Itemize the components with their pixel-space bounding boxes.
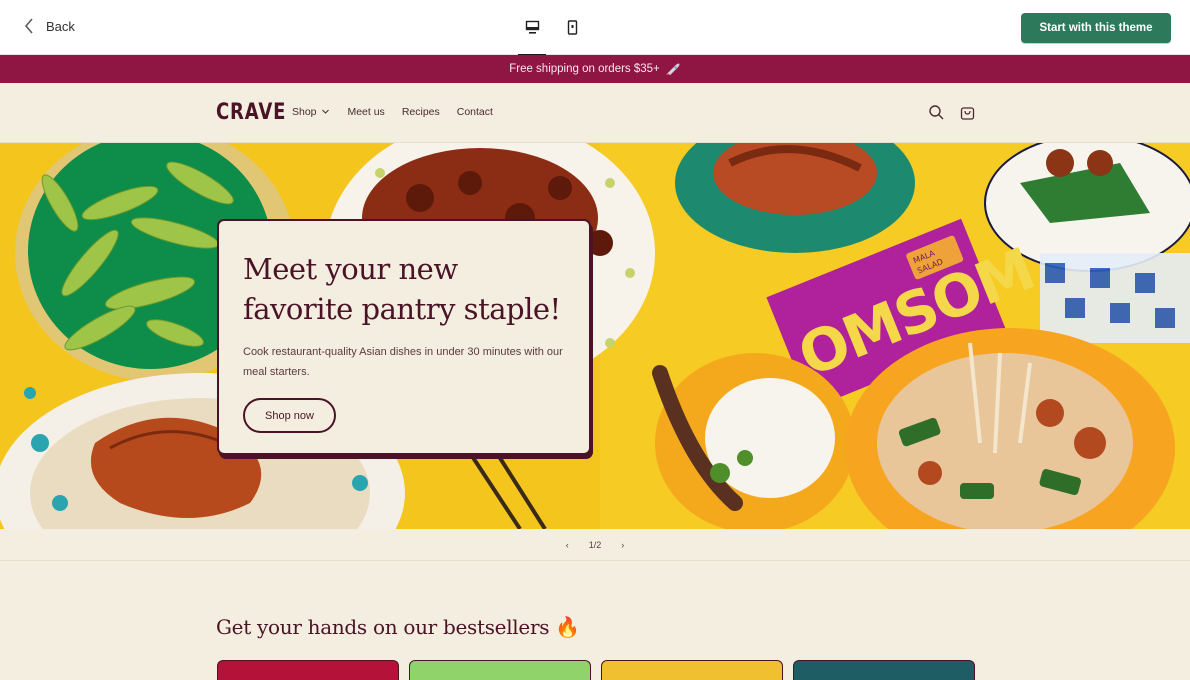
bestsellers-cards [217, 660, 975, 680]
product-card[interactable] [217, 660, 399, 680]
back-label: Back [46, 18, 75, 34]
bestsellers-heading: Get your hands on our bestsellers 🔥 [216, 615, 580, 639]
slider-next-button[interactable]: › [621, 540, 624, 550]
theme-preview-bar: Back Start with this theme [0, 0, 1190, 56]
nav-item-shop[interactable]: Shop [292, 106, 330, 118]
announcement-bar: Free shipping on orders $35+ [0, 55, 1190, 83]
chevron-left-icon [24, 18, 33, 34]
hero-title: Meet your new favorite pantry staple! [243, 252, 561, 326]
mobile-icon [567, 20, 577, 35]
start-with-theme-button[interactable]: Start with this theme [1021, 13, 1171, 43]
desktop-view-button[interactable] [512, 0, 552, 56]
product-card[interactable] [793, 660, 975, 680]
announcement-text: Free shipping on orders $35+ [509, 63, 660, 75]
chevron-down-icon [322, 109, 330, 114]
desktop-icon [525, 20, 539, 34]
header-icons [928, 104, 976, 121]
product-card[interactable] [409, 660, 591, 680]
hero-banner: OMSOM MALA SALAD Meet your new favorite … [0, 143, 1190, 529]
main-nav: Shop Meet us Recipes Contact [292, 106, 493, 118]
search-icon[interactable] [928, 104, 945, 121]
hero-subtitle: Cook restaurant-quality Asian dishes in … [243, 346, 563, 378]
store-header: CRAVE Shop Meet us Recipes Contact [0, 83, 1190, 143]
slider-prev-button[interactable]: ‹ [566, 540, 569, 550]
nav-item-meet-us[interactable]: Meet us [347, 106, 384, 118]
product-card[interactable] [601, 660, 783, 680]
cart-icon[interactable] [959, 104, 976, 121]
shop-now-button[interactable]: Shop now [243, 398, 336, 433]
back-button[interactable]: Back [22, 17, 75, 35]
nav-item-recipes[interactable]: Recipes [402, 106, 440, 118]
rocket-icon [665, 63, 680, 76]
mobile-view-button[interactable] [552, 0, 592, 55]
nav-item-contact[interactable]: Contact [457, 106, 493, 118]
hero-image: OMSOM MALA SALAD [0, 143, 1190, 529]
hero-card: Meet your new favorite pantry staple! Co… [217, 219, 591, 455]
nav-item-label: Shop [292, 106, 317, 118]
slider-counter: 1/2 [588, 539, 602, 550]
store-logo[interactable]: CRAVE [216, 100, 286, 125]
slider-controls: ‹ 1/2 › [0, 529, 1190, 561]
device-toggle [512, 0, 592, 56]
